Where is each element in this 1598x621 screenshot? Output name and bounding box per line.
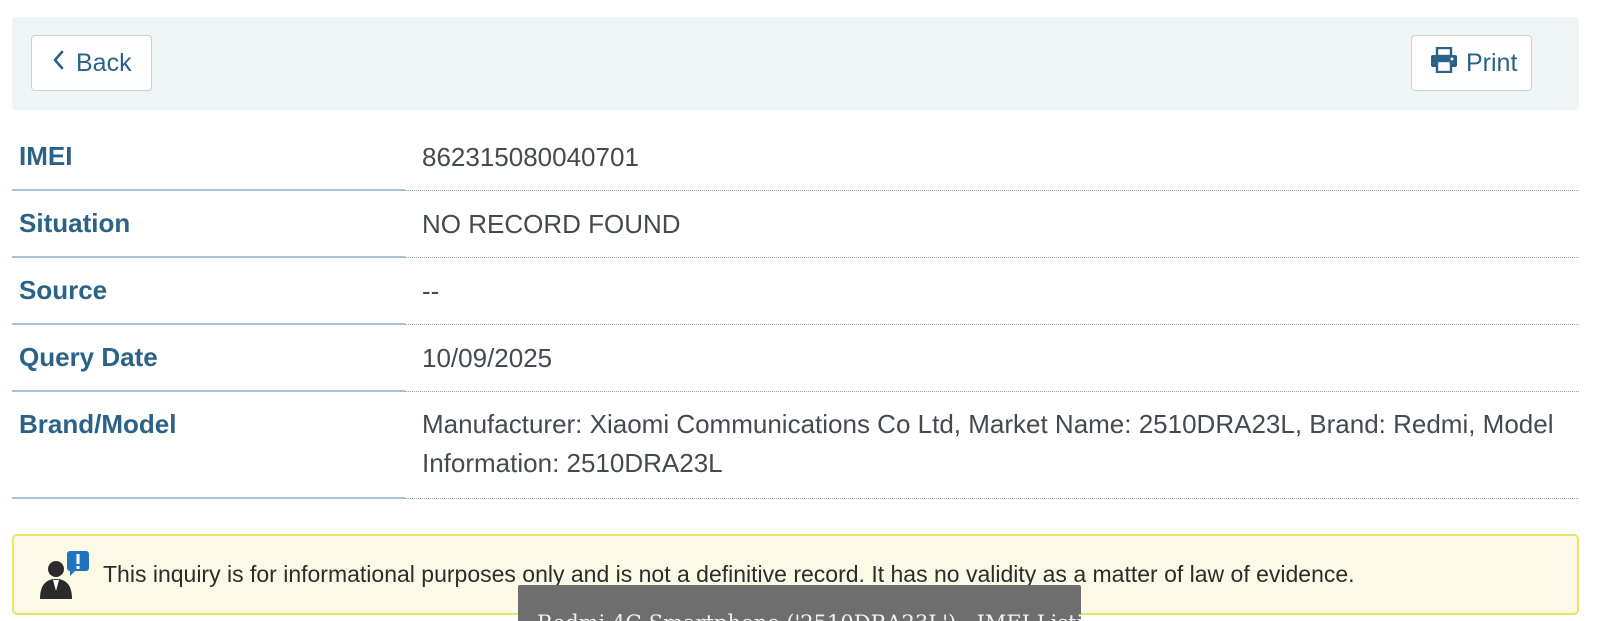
detail-row-situation: Situation NO RECORD FOUND	[12, 191, 1579, 258]
detail-label: IMEI	[12, 124, 405, 191]
detail-row-query-date: Query Date 10/09/2025	[12, 325, 1579, 392]
detail-value: --	[405, 258, 1579, 325]
imei-result-page: Back Print IMEI 862315080040701 Situatio…	[0, 0, 1598, 621]
print-button[interactable]: Print	[1411, 35, 1532, 91]
back-button[interactable]: Back	[31, 35, 152, 91]
toolbar: Back Print	[12, 17, 1579, 110]
notice-text: This inquiry is for informational purpos…	[103, 561, 1355, 587]
detail-value: Manufacturer: Xiaomi Communications Co L…	[405, 392, 1579, 499]
detail-value: 10/09/2025	[405, 325, 1579, 392]
print-label: Print	[1466, 48, 1518, 77]
back-label: Back	[76, 48, 132, 77]
detail-label: Situation	[12, 191, 405, 258]
detail-row-source: Source --	[12, 258, 1579, 325]
chevron-left-icon	[52, 49, 66, 78]
details-table: IMEI 862315080040701 Situation NO RECORD…	[12, 124, 1579, 499]
detail-value: NO RECORD FOUND	[405, 191, 1579, 258]
detail-row-brand-model: Brand/Model Manufacturer: Xiaomi Communi…	[12, 392, 1579, 499]
detail-label: Source	[12, 258, 405, 325]
detail-value: 862315080040701	[405, 124, 1579, 191]
detail-label: Brand/Model	[12, 392, 405, 499]
detail-row-imei: IMEI 862315080040701	[12, 124, 1579, 191]
support-agent-alert-icon	[36, 549, 96, 606]
detail-label: Query Date	[12, 325, 405, 392]
image-title-tooltip: Redmi 4G Smartphone ('2510DRA23L') - IME…	[518, 585, 1081, 621]
printer-icon	[1430, 46, 1458, 80]
